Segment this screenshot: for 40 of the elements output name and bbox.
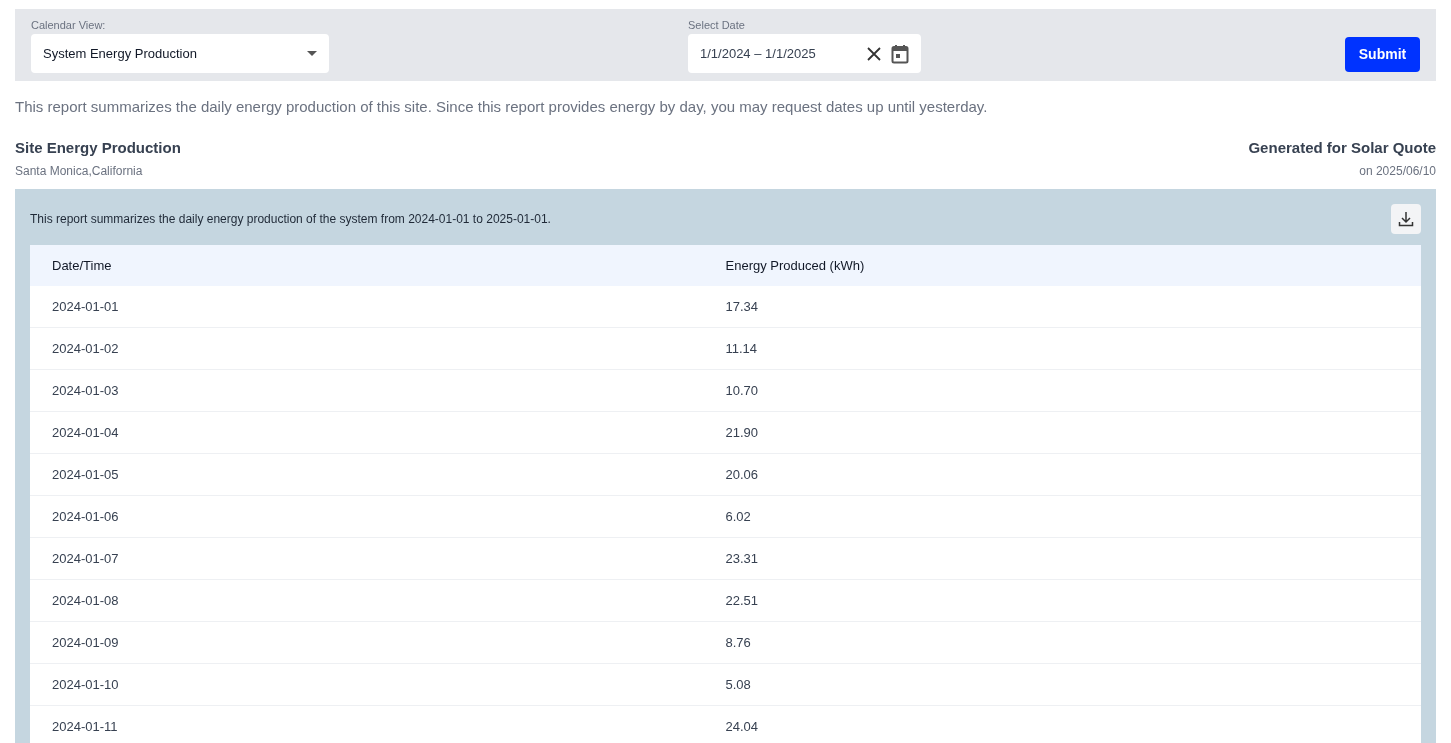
table-cell-text: 2024-01-11 xyxy=(52,717,119,736)
calendar-icon[interactable] xyxy=(891,43,909,64)
table-cell-text: 2024-01-04 xyxy=(52,423,120,442)
table-cell-text: 24.04 xyxy=(725,717,760,736)
table-cell-text: 2024-01-02 xyxy=(52,339,120,358)
table-cell-text: 21.90 xyxy=(725,423,760,442)
description-text: This report summarizes the daily energy production of this site. Since this report provides energy by day, you may request dates up until yesterday. xyxy=(15,97,989,117)
summary-text: This report summarizes the daily energy production of the system from 2024-01-01 to 2025-01-01. xyxy=(30,211,551,228)
calendar-view-dropdown[interactable]: System Energy Production xyxy=(31,34,329,73)
table-cell-text: 23.31 xyxy=(725,549,760,568)
download-icon xyxy=(1398,211,1414,227)
generated-date-text: on 2025/06/10 xyxy=(1359,163,1436,180)
table-cell-text: 11.14 xyxy=(725,339,759,358)
table-cell-text: 2024-01-03 xyxy=(52,381,120,400)
column-header: Date/Time xyxy=(52,256,113,275)
table-cell-text: 2024-01-06 xyxy=(52,507,120,526)
column-header: Energy Produced (kWh) xyxy=(725,256,866,275)
report-title: Site Energy Production xyxy=(15,137,181,158)
table-cell-text: 6.02 xyxy=(725,507,752,526)
table-cell-text: 20.06 xyxy=(725,465,760,484)
table-cell-text: 10.70 xyxy=(725,381,760,400)
table-cell-text: 2024-01-01 xyxy=(52,297,120,316)
close-icon[interactable] xyxy=(867,46,881,61)
caret-icon xyxy=(307,51,317,56)
table-cell-text: 22.51 xyxy=(725,591,760,610)
table-cell-text: 2024-01-05 xyxy=(52,465,120,484)
location-text: Santa Monica,California xyxy=(15,163,144,180)
table-cell-text: 2024-01-08 xyxy=(52,591,120,610)
table-cell-text: 2024-01-07 xyxy=(52,549,120,568)
submit-button[interactable]: Submit xyxy=(1345,37,1420,72)
field-label: Calendar View: xyxy=(31,18,107,33)
table-cell-text: 5.08 xyxy=(725,675,752,694)
table-cell-text: 17.34 xyxy=(725,297,760,316)
table-cell-text: 8.76 xyxy=(725,633,752,652)
field-label: Select Date xyxy=(688,18,746,33)
generated-for-text: Generated for Solar Quote xyxy=(1248,137,1436,158)
date-range-field[interactable]: 1/1/2024 – 1/1/2025 xyxy=(688,34,921,73)
download-button[interactable] xyxy=(1391,204,1421,234)
table-cell-text: 2024-01-10 xyxy=(52,675,120,694)
table-cell-text: 2024-01-09 xyxy=(52,633,120,652)
